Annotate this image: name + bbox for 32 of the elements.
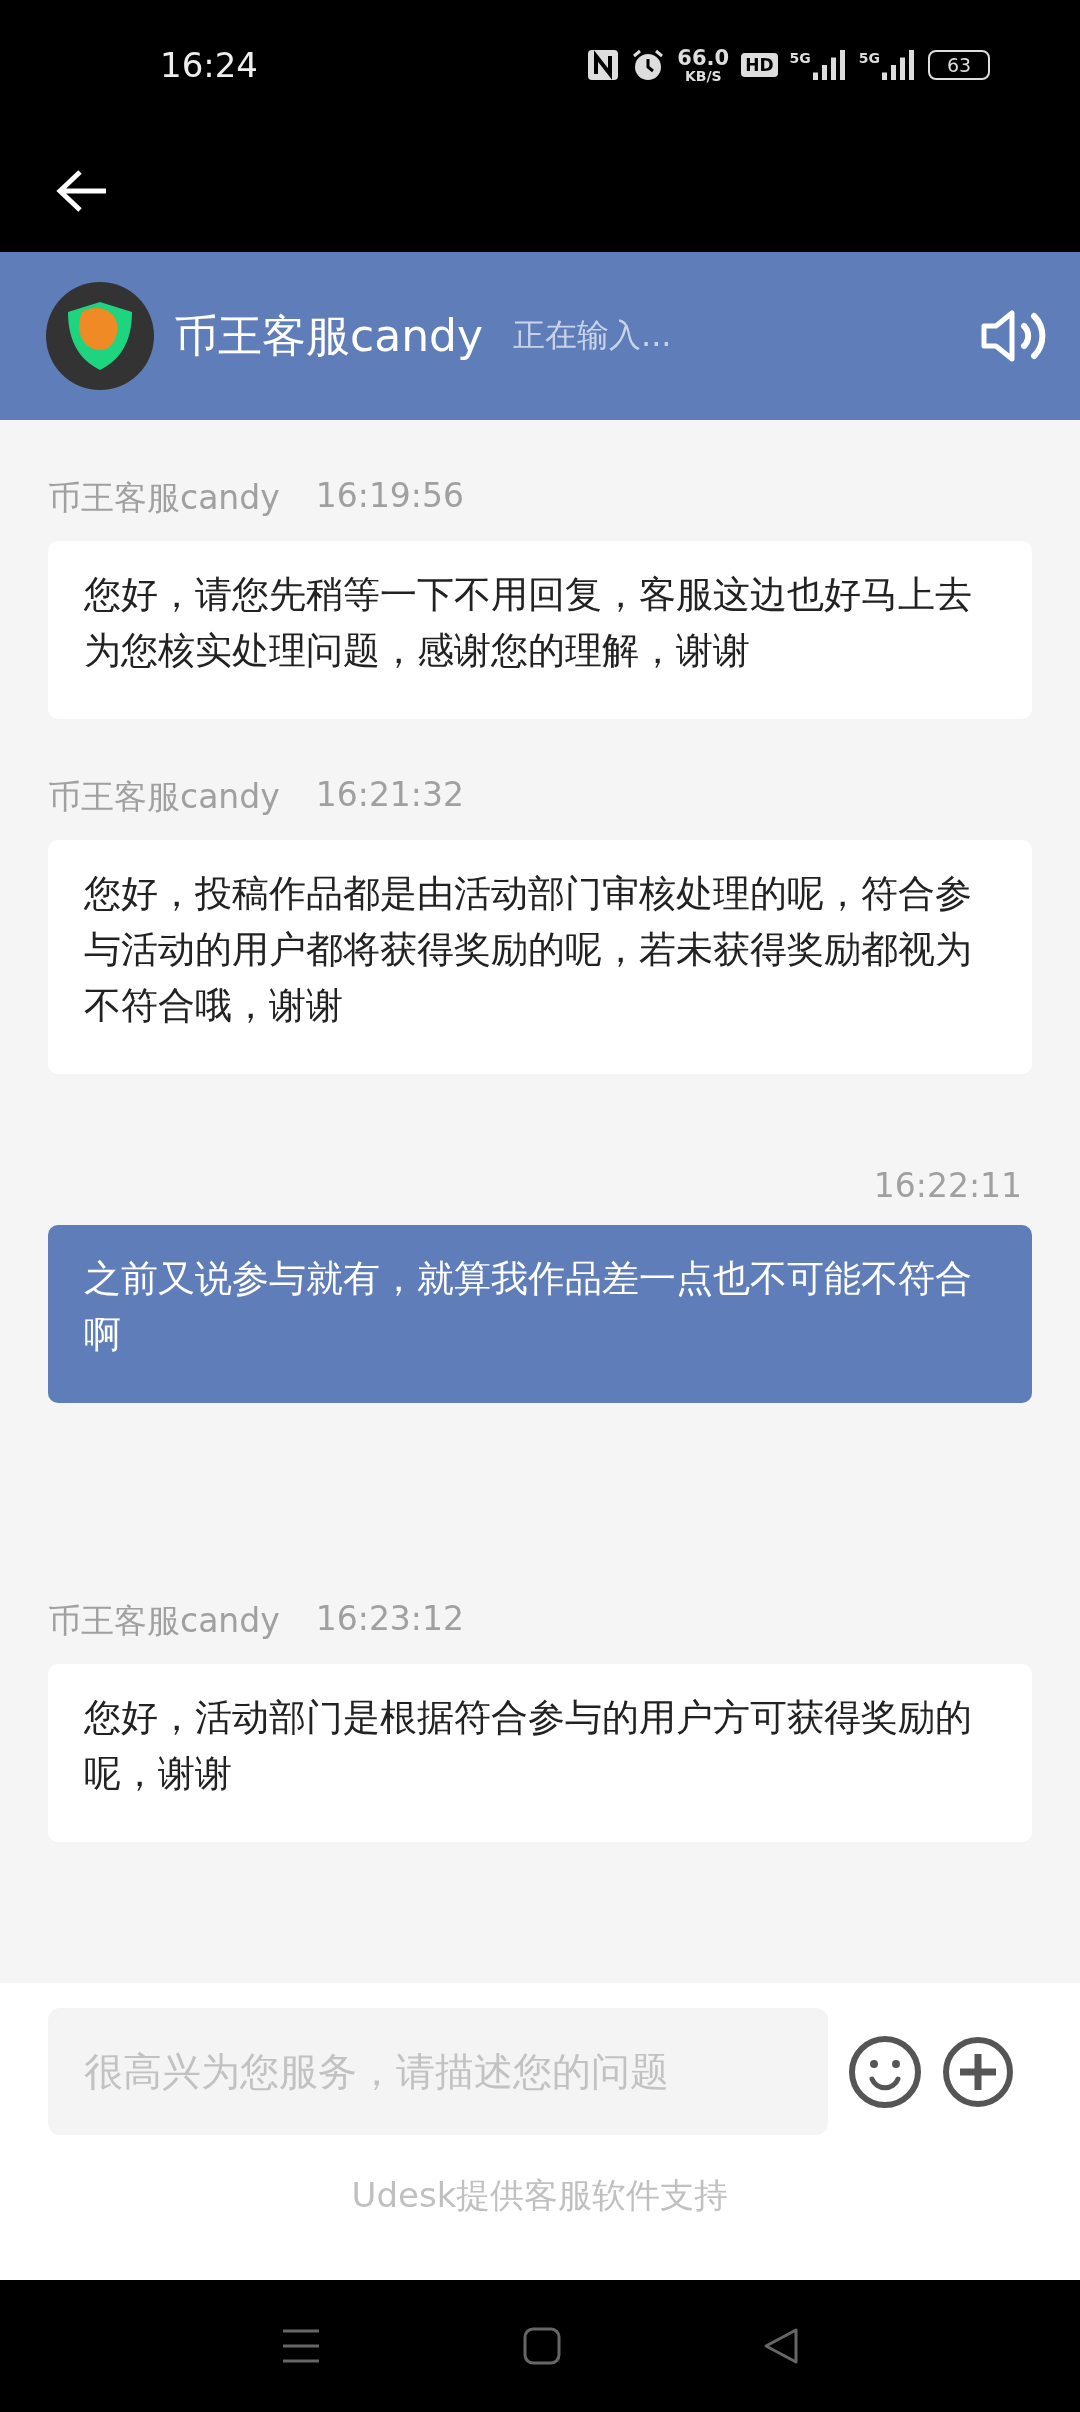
add-icon[interactable] — [942, 2035, 1014, 2108]
alarm-icon — [631, 48, 666, 82]
back-icon[interactable] — [56, 169, 108, 213]
network-label: 5G — [858, 50, 880, 66]
powered-by-text: Udesk提供客服软件支持 — [351, 2174, 729, 2217]
received-message: 您好，活动部门是根据符合参与的用户方可获得奖励的呢，谢谢 — [48, 1664, 1032, 1842]
speed-unit: KB/S — [684, 68, 722, 83]
message-time: 16:21:32 — [315, 775, 464, 816]
sender-name: 币王客服candy — [48, 1600, 280, 1642]
message-time: 16:23:12 — [315, 1599, 464, 1640]
sender-name: 币王客服candy — [48, 477, 280, 519]
home-icon[interactable] — [523, 2327, 561, 2365]
hd-badge: HD — [741, 53, 778, 77]
network-label: 5G — [789, 50, 811, 66]
sent-message: 之前又说参与就有，就算我作品差一点也不可能不符合啊 — [48, 1225, 1032, 1403]
message-time: 16:22:11 — [873, 1166, 1022, 1205]
network-speed: 66.0 — [677, 47, 730, 69]
signal-icon — [882, 50, 916, 80]
message-time: 16:19:56 — [315, 476, 464, 517]
signal-icon — [812, 50, 847, 80]
typing-status: 正在输入... — [513, 315, 672, 356]
received-message: 您好，投稿作品都是由活动部门审核处理的呢，符合参与活动的用户都将获得奖励的呢，若未获得奖励都视为不符合哦，谢谢 — [48, 840, 1032, 1074]
avatar-icon — [46, 282, 154, 390]
emoji-icon[interactable] — [848, 2034, 922, 2109]
received-message: 您好，请您先稍等一下不用回复，客服这边也好马上去为您核实处理问题，感谢您的理解，谢谢 — [48, 541, 1032, 719]
menu-icon[interactable] — [281, 2328, 321, 2364]
agent-name: 币王客服candy — [174, 308, 483, 363]
battery-level: 63 — [928, 50, 990, 80]
back-nav-icon[interactable] — [763, 2327, 799, 2365]
nfc-icon — [587, 49, 620, 81]
sender-name: 币王客服candy — [48, 776, 280, 818]
status-time: 16:24 — [160, 45, 258, 85]
